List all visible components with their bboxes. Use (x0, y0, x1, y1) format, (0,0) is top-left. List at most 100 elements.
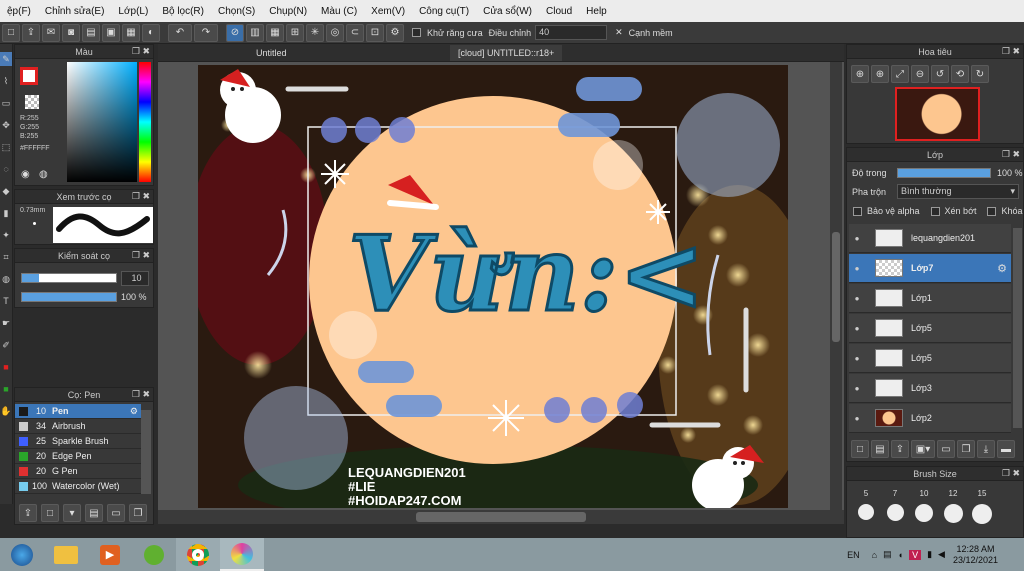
merge-layer-icon[interactable]: ⤓ (977, 440, 995, 458)
transparent-swatch[interactable] (25, 95, 39, 109)
panel-controls-icon[interactable]: ❐ ✖ (132, 46, 150, 57)
menu-capture[interactable]: Chụp(N) (262, 6, 314, 17)
visibility-icon[interactable]: ● (849, 264, 865, 273)
blur-tool-icon[interactable]: ◍ (0, 272, 12, 286)
media-player-icon[interactable]: ▶ (88, 538, 132, 571)
layer-row-lequangdien201[interactable]: ● lequangdien201 (849, 224, 1011, 253)
language-indicator[interactable]: EN (847, 550, 860, 560)
wand-tool-icon[interactable]: ✦ (0, 228, 12, 242)
gear-icon[interactable]: ⚙ (130, 406, 138, 417)
brush-size-15[interactable]: 15 (968, 489, 996, 524)
brush-item-sparkle[interactable]: 25 Sparkle Brush (15, 434, 141, 449)
concentric-icon[interactable]: ◎ (326, 23, 344, 42)
brush-size-5[interactable]: 5 (852, 489, 880, 520)
brush-list-scrollbar[interactable] (141, 410, 151, 494)
new-icon[interactable]: □ (2, 23, 20, 42)
file-explorer-icon[interactable] (44, 538, 88, 571)
bg-color-icon[interactable]: ■ (0, 382, 12, 396)
layer-row-lop1[interactable]: ● Lớp1 (849, 284, 1011, 313)
vertical-scrollbar[interactable] (830, 62, 842, 510)
menu-select[interactable]: Chọn(S) (211, 6, 262, 17)
settings-icon[interactable]: ⚙ (386, 23, 404, 42)
brush-item-g-pen[interactable]: 20 G Pen (15, 464, 141, 479)
horizontal-scrollbar[interactable] (158, 510, 844, 524)
brush-item-watercolor[interactable]: 100 Watercolor (Wet) (15, 479, 141, 494)
menu-help[interactable]: Help (579, 6, 614, 17)
menu-color[interactable]: Màu (C) (314, 6, 364, 17)
eraser-tool-icon[interactable]: ▭ (0, 96, 12, 110)
snap-icon[interactable]: ⊡ (366, 23, 384, 42)
save-icon[interactable]: ▣ (102, 23, 120, 42)
brush-item-edge-pen[interactable]: 20 Edge Pen (15, 449, 141, 464)
tray-icon[interactable]: ⌂ (872, 550, 877, 560)
import-icon[interactable]: ⇪ (891, 440, 909, 458)
layer-row-lop7[interactable]: ● Lớp7 ⚙ (849, 254, 1011, 283)
new-layer-2-icon[interactable]: ▤ (871, 440, 889, 458)
layer-row-lop2[interactable]: ● Lớp2 (849, 404, 1011, 433)
panel-controls-icon[interactable]: ❐ ✖ (1002, 468, 1020, 479)
document-icon[interactable]: ▤ (82, 23, 100, 42)
volume-icon[interactable]: ◀ (938, 549, 945, 560)
deselect-icon[interactable]: ⊘ (226, 23, 244, 42)
antialias-checkbox[interactable] (412, 28, 421, 37)
radial-icon[interactable]: ✳ (306, 23, 324, 42)
redo-icon[interactable]: ↷ (194, 23, 218, 42)
brush-size-10[interactable]: 10 (910, 489, 938, 522)
palette-icon[interactable]: ◐ (142, 23, 160, 42)
panel-controls-icon[interactable]: ❐ ✖ (132, 250, 150, 261)
visibility-icon[interactable]: ● (849, 384, 865, 393)
folder-icon[interactable]: ▭ (937, 440, 955, 458)
gradient-tool-icon[interactable]: ▮ (0, 206, 12, 220)
color-set-icon[interactable]: ◍ (39, 169, 48, 180)
artwork-canvas[interactable]: Vừn:< LEQUANGDIEN201 #LIE #HOIDAP247.COM (198, 65, 788, 508)
layer-scrollbar[interactable] (1013, 228, 1022, 428)
navigator-preview[interactable] (895, 87, 980, 141)
upload-icon[interactable]: ⇪ (19, 504, 37, 522)
smudge-tool-icon[interactable]: ☛ (0, 316, 12, 330)
sv-picker[interactable] (67, 62, 137, 182)
export-icon[interactable]: ▦ (122, 23, 140, 42)
rotate-left-icon[interactable]: ↺ (931, 65, 949, 83)
brush-item-pen[interactable]: 10 Pen ⚙ (15, 404, 141, 419)
visibility-icon[interactable]: ● (849, 294, 865, 303)
chrome-icon[interactable] (176, 538, 220, 571)
primary-color-swatch[interactable] (20, 67, 38, 85)
duplicate-layer-icon[interactable]: ❐ (957, 440, 975, 458)
menu-filter[interactable]: Bộ lọc(R) (155, 6, 211, 17)
folder-icon[interactable]: ▭ (107, 504, 125, 522)
brush-item-airbrush[interactable]: 34 Airbrush (15, 419, 141, 434)
app-green-icon[interactable] (132, 538, 176, 571)
protect-alpha-checkbox[interactable] (853, 206, 862, 216)
size-slider[interactable] (21, 273, 117, 283)
add-layer-menu-icon[interactable]: ▣▾ (911, 440, 935, 458)
share-icon[interactable]: ⇪ (22, 23, 40, 42)
clip-checkbox[interactable] (930, 206, 940, 216)
pen-tool-icon[interactable]: ✎ (0, 52, 12, 66)
menu-layer[interactable]: Lớp(L) (111, 6, 155, 17)
undo-icon[interactable]: ↶ (168, 23, 192, 42)
menu-file[interactable]: ệp(F) (0, 6, 38, 17)
tray-icon[interactable]: ◖ (898, 550, 903, 560)
curve-icon[interactable]: ⊂ (346, 23, 364, 42)
zoom-out-icon[interactable]: ⊖ (911, 65, 929, 83)
rotate-right-icon[interactable]: ↻ (971, 65, 989, 83)
medibang-paint-icon[interactable] (220, 538, 264, 571)
fg-color-icon[interactable]: ■ (0, 360, 12, 374)
dropper-tool-icon[interactable]: ⌗ (0, 250, 12, 264)
adjust-input[interactable]: 40 (535, 25, 608, 40)
menu-edit[interactable]: Chỉnh sửa(E) (38, 6, 112, 17)
fit-icon[interactable]: ⤢ (891, 65, 909, 83)
opacity-slider[interactable] (21, 292, 117, 302)
layer-row-lop5-b[interactable]: ● Lớp5 (849, 344, 1011, 373)
hand-tool-icon[interactable]: ✋ (0, 404, 12, 418)
panel-controls-icon[interactable]: ❐ ✖ (1002, 149, 1020, 160)
hue-slider[interactable] (139, 62, 151, 182)
color-wheel-icon[interactable]: ◉ (21, 169, 30, 180)
visibility-icon[interactable]: ● (849, 414, 865, 423)
close-icon[interactable]: ✕ (615, 27, 623, 38)
copy-brush-icon[interactable]: ▤ (85, 504, 103, 522)
select-tool-icon[interactable]: ⬚ (0, 140, 12, 154)
visibility-icon[interactable]: ● (849, 354, 865, 363)
visibility-icon[interactable]: ● (849, 324, 865, 333)
layer-opacity-slider[interactable] (897, 168, 991, 178)
